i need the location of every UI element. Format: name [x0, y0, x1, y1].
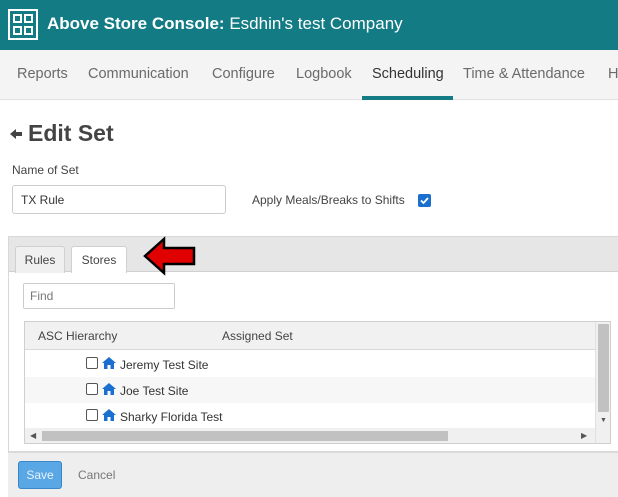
brand-name: Above Store Console: [47, 14, 225, 33]
horizontal-scroll-thumb[interactable] [42, 431, 448, 441]
apply-meals-checkbox[interactable] [418, 194, 431, 207]
find-input[interactable] [23, 283, 175, 309]
home-icon [102, 357, 116, 369]
row-checkbox[interactable] [86, 357, 98, 369]
apply-meals-label: Apply Meals/Breaks to Shifts [252, 193, 405, 207]
active-tab-indicator [362, 96, 453, 100]
table-row: Sharky Florida Test [25, 403, 595, 429]
nav-item-reports[interactable]: Reports [17, 66, 68, 82]
tab-stores[interactable]: Stores [71, 246, 127, 273]
nav-item-time-attendance[interactable]: Time & Attendance [463, 66, 585, 82]
home-icon [102, 383, 116, 395]
nav-item-truncated[interactable]: H [608, 66, 618, 82]
main-nav: Reports Communication Configure Logbook … [0, 50, 618, 100]
page-title: Edit Set [10, 120, 114, 147]
checkmark-icon [420, 197, 429, 205]
arrow-left-icon[interactable] [10, 128, 23, 140]
name-of-set-label: Name of Set [12, 163, 79, 177]
scroll-right-icon[interactable]: ▶ [581, 431, 587, 440]
app-header: Above Store Console: Esdhin's test Compa… [0, 0, 618, 50]
store-name: Jeremy Test Site [120, 358, 209, 372]
nav-item-scheduling[interactable]: Scheduling [372, 66, 444, 82]
vertical-scrollbar[interactable]: ▼ [595, 322, 610, 443]
horizontal-scrollbar[interactable]: ◀ ▶ [25, 428, 595, 443]
cancel-button[interactable]: Cancel [78, 468, 115, 482]
store-name: Sharky Florida Test [120, 410, 223, 424]
column-header-assigned-set[interactable]: Assigned Set [222, 329, 293, 343]
vertical-scroll-thumb[interactable] [598, 324, 609, 412]
tab-strip: Rules Stores [9, 237, 618, 273]
stores-grid: ASC Hierarchy Assigned Set Jeremy Test S… [24, 321, 611, 444]
home-icon [102, 409, 116, 421]
store-name: Joe Test Site [120, 384, 189, 398]
scroll-left-icon[interactable]: ◀ [30, 431, 36, 440]
form-footer: Save Cancel [8, 452, 618, 497]
asc-logo-icon[interactable] [8, 9, 38, 40]
nav-item-configure[interactable]: Configure [212, 66, 275, 82]
column-header-hierarchy[interactable]: ASC Hierarchy [38, 329, 117, 343]
name-of-set-input[interactable] [12, 185, 226, 214]
scroll-down-icon[interactable]: ▼ [600, 417, 607, 424]
app-title: Above Store Console: Esdhin's test Compa… [47, 14, 403, 34]
table-row: Jeremy Test Site [25, 351, 595, 377]
grid-header: ASC Hierarchy Assigned Set [25, 322, 595, 350]
tab-rules[interactable]: Rules [15, 246, 65, 273]
red-arrow-icon [143, 236, 196, 276]
row-checkbox[interactable] [86, 383, 98, 395]
company-name: Esdhin's test Company [229, 14, 403, 33]
row-checkbox[interactable] [86, 409, 98, 421]
page-title-text: Edit Set [28, 120, 114, 146]
nav-item-logbook[interactable]: Logbook [296, 66, 352, 82]
save-button[interactable]: Save [18, 461, 62, 489]
nav-item-communication[interactable]: Communication [88, 66, 189, 82]
table-row: Joe Test Site [25, 377, 595, 403]
